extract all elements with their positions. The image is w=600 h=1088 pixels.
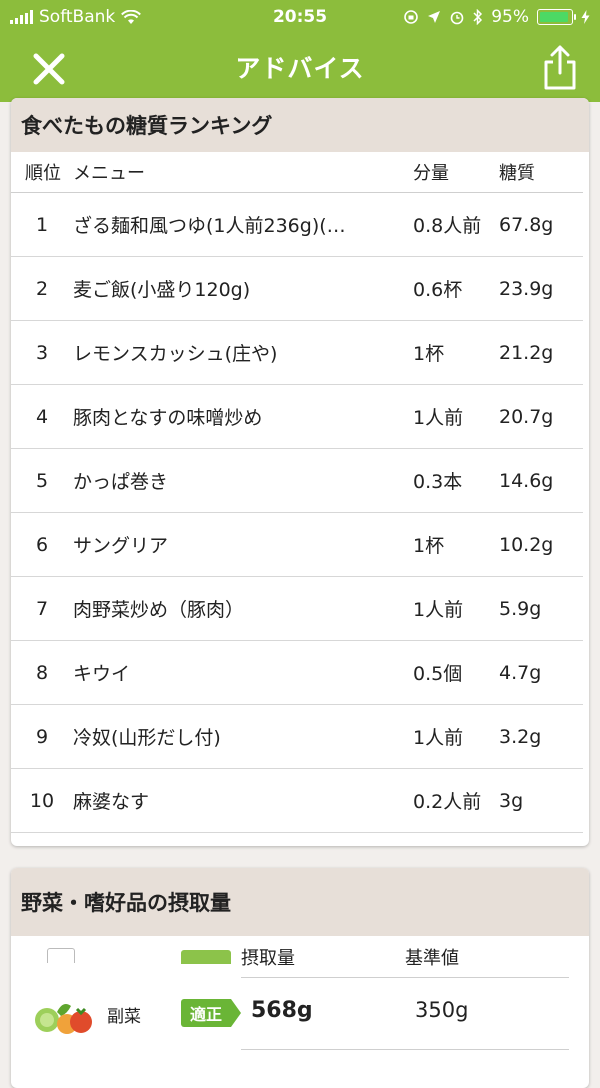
- rotation-lock-icon: [404, 10, 419, 24]
- table-row[interactable]: 9 冷奴(山形だし付) 1人前 3.2g: [11, 705, 583, 769]
- intake-amount-value: 568g: [251, 998, 313, 1023]
- header-carbs: 糖質: [499, 163, 535, 184]
- menu-cell: かっぱ巻き: [73, 471, 169, 493]
- table-row[interactable]: 7 肉野菜炒め（豚肉） 1人前 5.9g: [11, 577, 583, 641]
- table-row[interactable]: 5 かっぱ巻き 0.3本 14.6g: [11, 449, 583, 513]
- alarm-icon: [450, 11, 464, 25]
- menu-cell: レモンスカッシュ(庄や): [73, 343, 278, 365]
- carbs-cell: 14.6g: [499, 469, 554, 492]
- menu-cell: サングリア: [73, 535, 169, 557]
- table-row[interactable]: 1 ざる麺和風つゆ(1人前236g)(… 0.8人前 67.8g: [11, 193, 583, 257]
- rank-cell: 2: [35, 277, 49, 300]
- intake-label: 副菜: [107, 1007, 141, 1027]
- header-intake-amount: 摂取量: [241, 948, 295, 969]
- rank-cell: 4: [35, 405, 49, 428]
- carbs-cell: 3g: [499, 789, 524, 812]
- header-amount: 分量: [413, 163, 449, 184]
- charging-icon: [581, 10, 590, 24]
- carbs-cell: 23.9g: [499, 277, 554, 300]
- next-row-badge-partial: [181, 950, 231, 964]
- carbs-cell: 10.2g: [499, 533, 554, 556]
- page-title: アドバイス: [235, 54, 365, 83]
- amount-cell: 0.8人前: [413, 215, 482, 237]
- amount-cell: 0.6杯: [413, 279, 463, 301]
- ranking-list: 1 ざる麺和風つゆ(1人前236g)(… 0.8人前 67.8g 2 麦ご飯(小…: [11, 193, 589, 833]
- navigation-bar: アドバイス: [0, 34, 600, 102]
- rank-cell: 8: [35, 661, 49, 684]
- carbs-cell: 4.7g: [499, 661, 542, 684]
- intake-row[interactable]: 副菜 適正 568g 350g: [11, 978, 589, 1050]
- intake-card: 野菜・嗜好品の摂取量 摂取量 基準値 副菜 適正 568g 350g: [11, 868, 589, 1088]
- rank-cell: 10: [29, 789, 55, 812]
- battery-fill: [540, 12, 568, 22]
- next-row-icon-partial: [47, 948, 75, 963]
- rank-cell: 5: [35, 469, 49, 492]
- menu-cell: キウイ: [73, 663, 131, 685]
- header-menu: メニュー: [73, 163, 145, 184]
- carbs-cell: 5.9g: [499, 597, 542, 620]
- amount-cell: 0.2人前: [413, 791, 482, 813]
- carbs-cell: 21.2g: [499, 341, 554, 364]
- ranking-title: 食べたもの糖質ランキング: [11, 98, 589, 152]
- status-badge: 適正: [181, 999, 241, 1027]
- share-button[interactable]: [540, 42, 580, 92]
- amount-cell: 1杯: [413, 535, 445, 557]
- menu-cell: 肉野菜炒め（豚肉）: [73, 599, 245, 621]
- standard-value: 350g: [415, 998, 469, 1022]
- menu-cell: 麦ご飯(小盛り120g): [73, 279, 251, 301]
- battery-percent: 95%: [491, 7, 529, 27]
- menu-cell: ざる麺和風つゆ(1人前236g)(…: [73, 215, 346, 237]
- header-standard: 基準値: [405, 948, 459, 969]
- status-bar: SoftBank 20:55 95%: [0, 0, 600, 34]
- bluetooth-icon: [473, 9, 483, 25]
- carbs-cell: 67.8g: [499, 213, 554, 236]
- carbs-cell: 20.7g: [499, 405, 554, 428]
- amount-cell: 1人前: [413, 727, 464, 749]
- amount-cell: 1杯: [413, 343, 445, 365]
- menu-cell: 麻婆なす: [73, 791, 150, 813]
- table-row[interactable]: 4 豚肉となすの味噌炒め 1人前 20.7g: [11, 385, 583, 449]
- intake-title: 野菜・嗜好品の摂取量: [11, 868, 589, 936]
- amount-cell: 1人前: [413, 599, 464, 621]
- carbs-cell: 3.2g: [499, 725, 542, 748]
- table-row[interactable]: 8 キウイ 0.5個 4.7g: [11, 641, 583, 705]
- rank-cell: 7: [35, 597, 49, 620]
- battery-icon: [537, 9, 576, 25]
- table-row[interactable]: 3 レモンスカッシュ(庄や) 1杯 21.2g: [11, 321, 583, 385]
- ranking-header-row: 順位 メニュー 分量 糖質: [11, 152, 583, 193]
- carb-ranking-card: 食べたもの糖質ランキング 順位 メニュー 分量 糖質 1 ざる麺和風つゆ(1人前…: [11, 98, 589, 846]
- amount-cell: 1人前: [413, 407, 464, 429]
- location-icon: [428, 11, 441, 23]
- app-header: SoftBank 20:55 95% アドバイス: [0, 0, 600, 102]
- rank-cell: 6: [35, 533, 49, 556]
- amount-cell: 0.5個: [413, 663, 463, 685]
- rank-cell: 9: [35, 725, 49, 748]
- intake-header-row: 摂取量 基準値: [11, 936, 589, 978]
- table-row[interactable]: 10 麻婆なす 0.2人前 3g: [11, 769, 583, 833]
- table-row[interactable]: 6 サングリア 1杯 10.2g: [11, 513, 583, 577]
- menu-cell: 豚肉となすの味噌炒め: [73, 407, 263, 429]
- menu-cell: 冷奴(山形だし付): [73, 727, 221, 749]
- table-row[interactable]: 2 麦ご飯(小盛り120g) 0.6杯 23.9g: [11, 257, 583, 321]
- amount-cell: 0.3本: [413, 471, 463, 493]
- vegetables-icon: [35, 1004, 92, 1034]
- share-icon: [544, 45, 576, 90]
- header-rank: 順位: [25, 163, 61, 184]
- rank-cell: 3: [35, 341, 49, 364]
- rank-cell: 1: [35, 213, 49, 236]
